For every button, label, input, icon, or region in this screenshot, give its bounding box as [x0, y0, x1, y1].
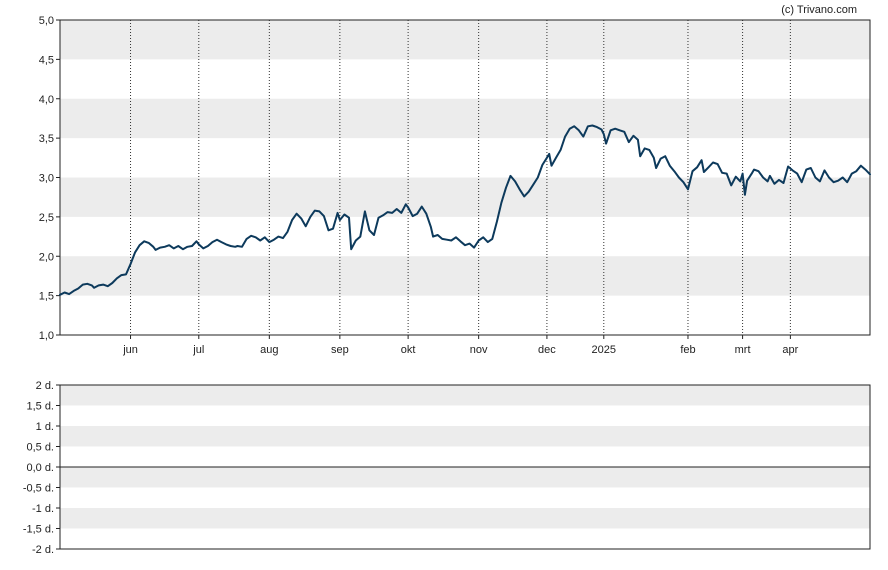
y-tick-label: 3,0: [39, 173, 54, 185]
x-tick-label: dec: [538, 344, 556, 356]
credit-label: (c) Trivano.com: [781, 4, 857, 16]
x-tick-label: jun: [122, 344, 138, 356]
x-tick-label: jul: [192, 344, 204, 356]
x-tick-label: mrt: [735, 344, 751, 356]
y-tick-label: 5,0: [39, 15, 54, 27]
y-tick-label: -2 d.: [32, 544, 54, 556]
y-tick-label: 4,5: [39, 54, 54, 66]
grid-band: [60, 426, 870, 447]
grid-band: [60, 385, 870, 406]
y-tick-label: 0,5 d.: [26, 442, 54, 454]
y-tick-label: -1 d.: [32, 503, 54, 515]
y-tick-label: 4,0: [39, 94, 54, 106]
y-tick-label: 2,0: [39, 251, 54, 263]
grid-band: [60, 177, 870, 217]
grid-band: [60, 508, 870, 529]
grid-band: [60, 98, 870, 139]
stock-chart: (c) Trivano.com jun jul aug sep okt nov dec 202…: [23, 4, 871, 556]
y-tick-label: 1 d.: [36, 421, 54, 433]
y-tick-label: -0,5 d.: [23, 483, 54, 495]
x-tick-label: aug: [260, 344, 278, 356]
x-tick-label: apr: [782, 344, 798, 356]
x-tick-label: sep: [331, 344, 349, 356]
grid-band: [60, 256, 870, 296]
secondary-panel: -2 d. -1,5 d. -1 d. -0,5 d. 0,0 d. 0,5 d. 1 d.…: [23, 380, 871, 556]
y-tick-label: 1,0: [39, 330, 54, 342]
price-panel: jun jul aug sep okt nov dec 2025 feb mrt apr 1,0 1,5…: [39, 15, 871, 356]
x-tick-label: okt: [401, 344, 416, 356]
x-tick-label: nov: [470, 344, 488, 356]
y-tick-label: 2 d.: [36, 380, 54, 392]
y-tick-label: 1,5 d.: [26, 401, 54, 413]
y-tick-label: 1,5: [39, 291, 54, 303]
y-tick-label: 0,0 d.: [26, 462, 54, 474]
y-tick-label: 2,5: [39, 212, 54, 224]
x-tick-label: feb: [680, 344, 695, 356]
grid-band: [60, 467, 870, 488]
y-tick-label: -1,5 d.: [23, 524, 54, 536]
y-tick-label: 3,5: [39, 133, 54, 145]
grid-band: [60, 20, 870, 60]
x-tick-label: 2025: [592, 344, 616, 356]
